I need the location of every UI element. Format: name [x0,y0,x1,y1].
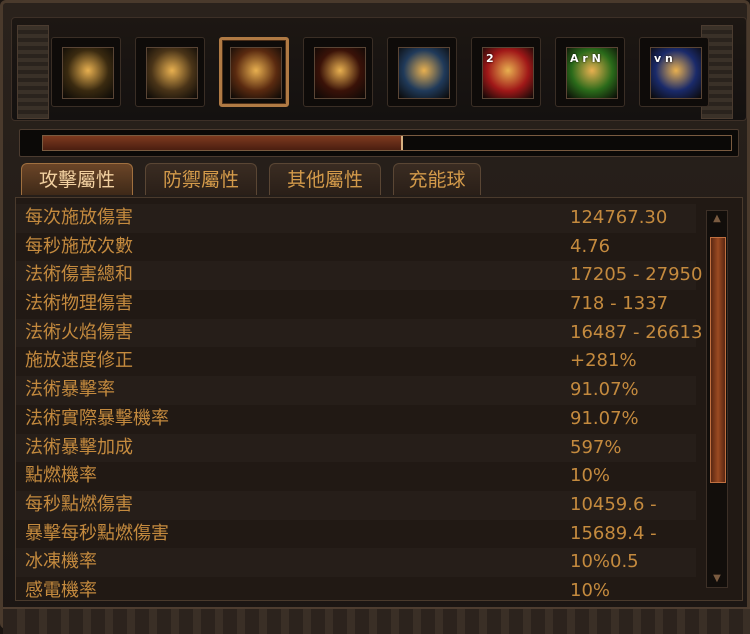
stats-list: 每次施放傷害 124767.30 每秒施放次數 4.76 法術傷害總和 17205 - 2… [16,204,702,601]
stat-name: 法術物理傷害 [25,293,133,315]
stat-value: 16487 - 26613 [570,321,703,343]
stat-name: 每秒點燃傷害 [25,493,133,515]
stat-row: 每次施放傷害 124767.30 [16,204,696,233]
stat-value: 4.76 [570,235,611,257]
skill-badge: A r N [570,52,601,65]
stat-row: 法術暴擊加成 597% [16,434,696,463]
stat-name: 每次施放傷害 [25,207,133,228]
holy-hand-icon [146,47,198,99]
stat-row: 暴擊每秒點燃傷害 15689.4 - [16,520,696,549]
skill-slot[interactable] [51,37,121,107]
stat-row: 每秒施放次數 4.76 [16,233,696,262]
bottom-ornament [3,607,750,634]
skill-slot[interactable]: A r N [555,37,625,107]
tab-charges[interactable]: 充能球 [393,163,481,195]
stat-row: 法術暴擊率 91.07% [16,376,696,405]
dark-flame-figure-icon [314,47,366,99]
stat-value: 10459.6 - [570,493,657,515]
stat-name: 法術暴擊加成 [25,436,133,458]
stat-value: 124767.30 [570,207,668,228]
stat-value: 10% [570,579,611,601]
tab-defense[interactable]: 防禦屬性 [145,163,257,195]
scroll-thumb[interactable] [710,237,726,483]
stat-value: 15689.4 - [570,522,657,544]
stat-name: 暴擊每秒點燃傷害 [25,522,169,544]
stat-value: 91.07% [570,379,639,401]
experience-bar [19,129,739,157]
stat-row: 感電機率 10% [16,577,696,601]
stat-name: 施放速度修正 [25,350,133,372]
fire-vortex-icon [230,47,282,99]
stat-row: 點燃機率 10% [16,462,696,491]
scroll-up-icon[interactable]: ▲ [711,213,723,225]
stat-name: 感電機率 [25,579,97,601]
stat-row: 法術傷害總和 17205 - 27950 [16,261,702,290]
scroll-down-icon[interactable]: ▼ [711,573,723,585]
stat-name: 每秒施放次數 [25,235,133,257]
stat-name: 法術火焰傷害 [25,321,133,343]
experience-fill [43,136,403,150]
skill-bar [11,17,747,121]
skill-slot[interactable] [135,37,205,107]
stat-value: 91.07% [570,407,639,429]
stat-row: 法術物理傷害 718 - 1337 [16,290,696,319]
tab-offense[interactable]: 攻擊屬性 [21,163,133,195]
stat-row: 施放速度修正 +281% [16,347,696,376]
stat-name: 冰凍機率 [25,551,97,573]
skill-badge: 2 [486,52,494,65]
stat-value: 718 - 1337 [570,293,669,315]
stat-name: 法術實際暴擊機率 [25,407,169,429]
stats-scrollbar[interactable]: ▲ ▼ [706,210,728,588]
skill-slot[interactable] [303,37,373,107]
stat-row: 每秒點燃傷害 10459.6 - [16,491,696,520]
stat-value: 10% [570,465,611,487]
blue-orb-icon [398,47,450,99]
skill-slot[interactable] [387,37,457,107]
stat-row: 法術實際暴擊機率 91.07% [16,405,696,434]
stat-row: 冰凍機率 10%0.5 [16,548,696,577]
stat-name: 法術暴擊率 [25,379,115,401]
stat-name: 點燃機率 [25,465,97,487]
stat-row: 法術火焰傷害 16487 - 26613 [16,319,702,348]
experience-track [42,135,732,151]
left-ornament [17,25,49,119]
stats-panel: 每次施放傷害 124767.30 每秒施放次數 4.76 法術傷害總和 17205 - 2… [15,197,743,601]
golden-sword-icon [62,47,114,99]
stat-value: 10%0.5 [570,551,639,573]
skill-slot[interactable]: v n [639,37,709,107]
skill-slot[interactable]: 2 [471,37,541,107]
skill-slot[interactable] [219,37,289,107]
character-stats-window: 2 A r N v n 攻擊屬性 防禦屬性 其他屬性 充能球 每次施放傷害 12476… [0,0,750,634]
stat-value: +281% [570,350,637,372]
skill-badge: v n [654,52,673,65]
stat-value: 17205 - 27950 [570,264,703,286]
tab-misc[interactable]: 其他屬性 [269,163,381,195]
stat-name: 法術傷害總和 [25,264,133,286]
stat-value: 597% [570,436,622,458]
